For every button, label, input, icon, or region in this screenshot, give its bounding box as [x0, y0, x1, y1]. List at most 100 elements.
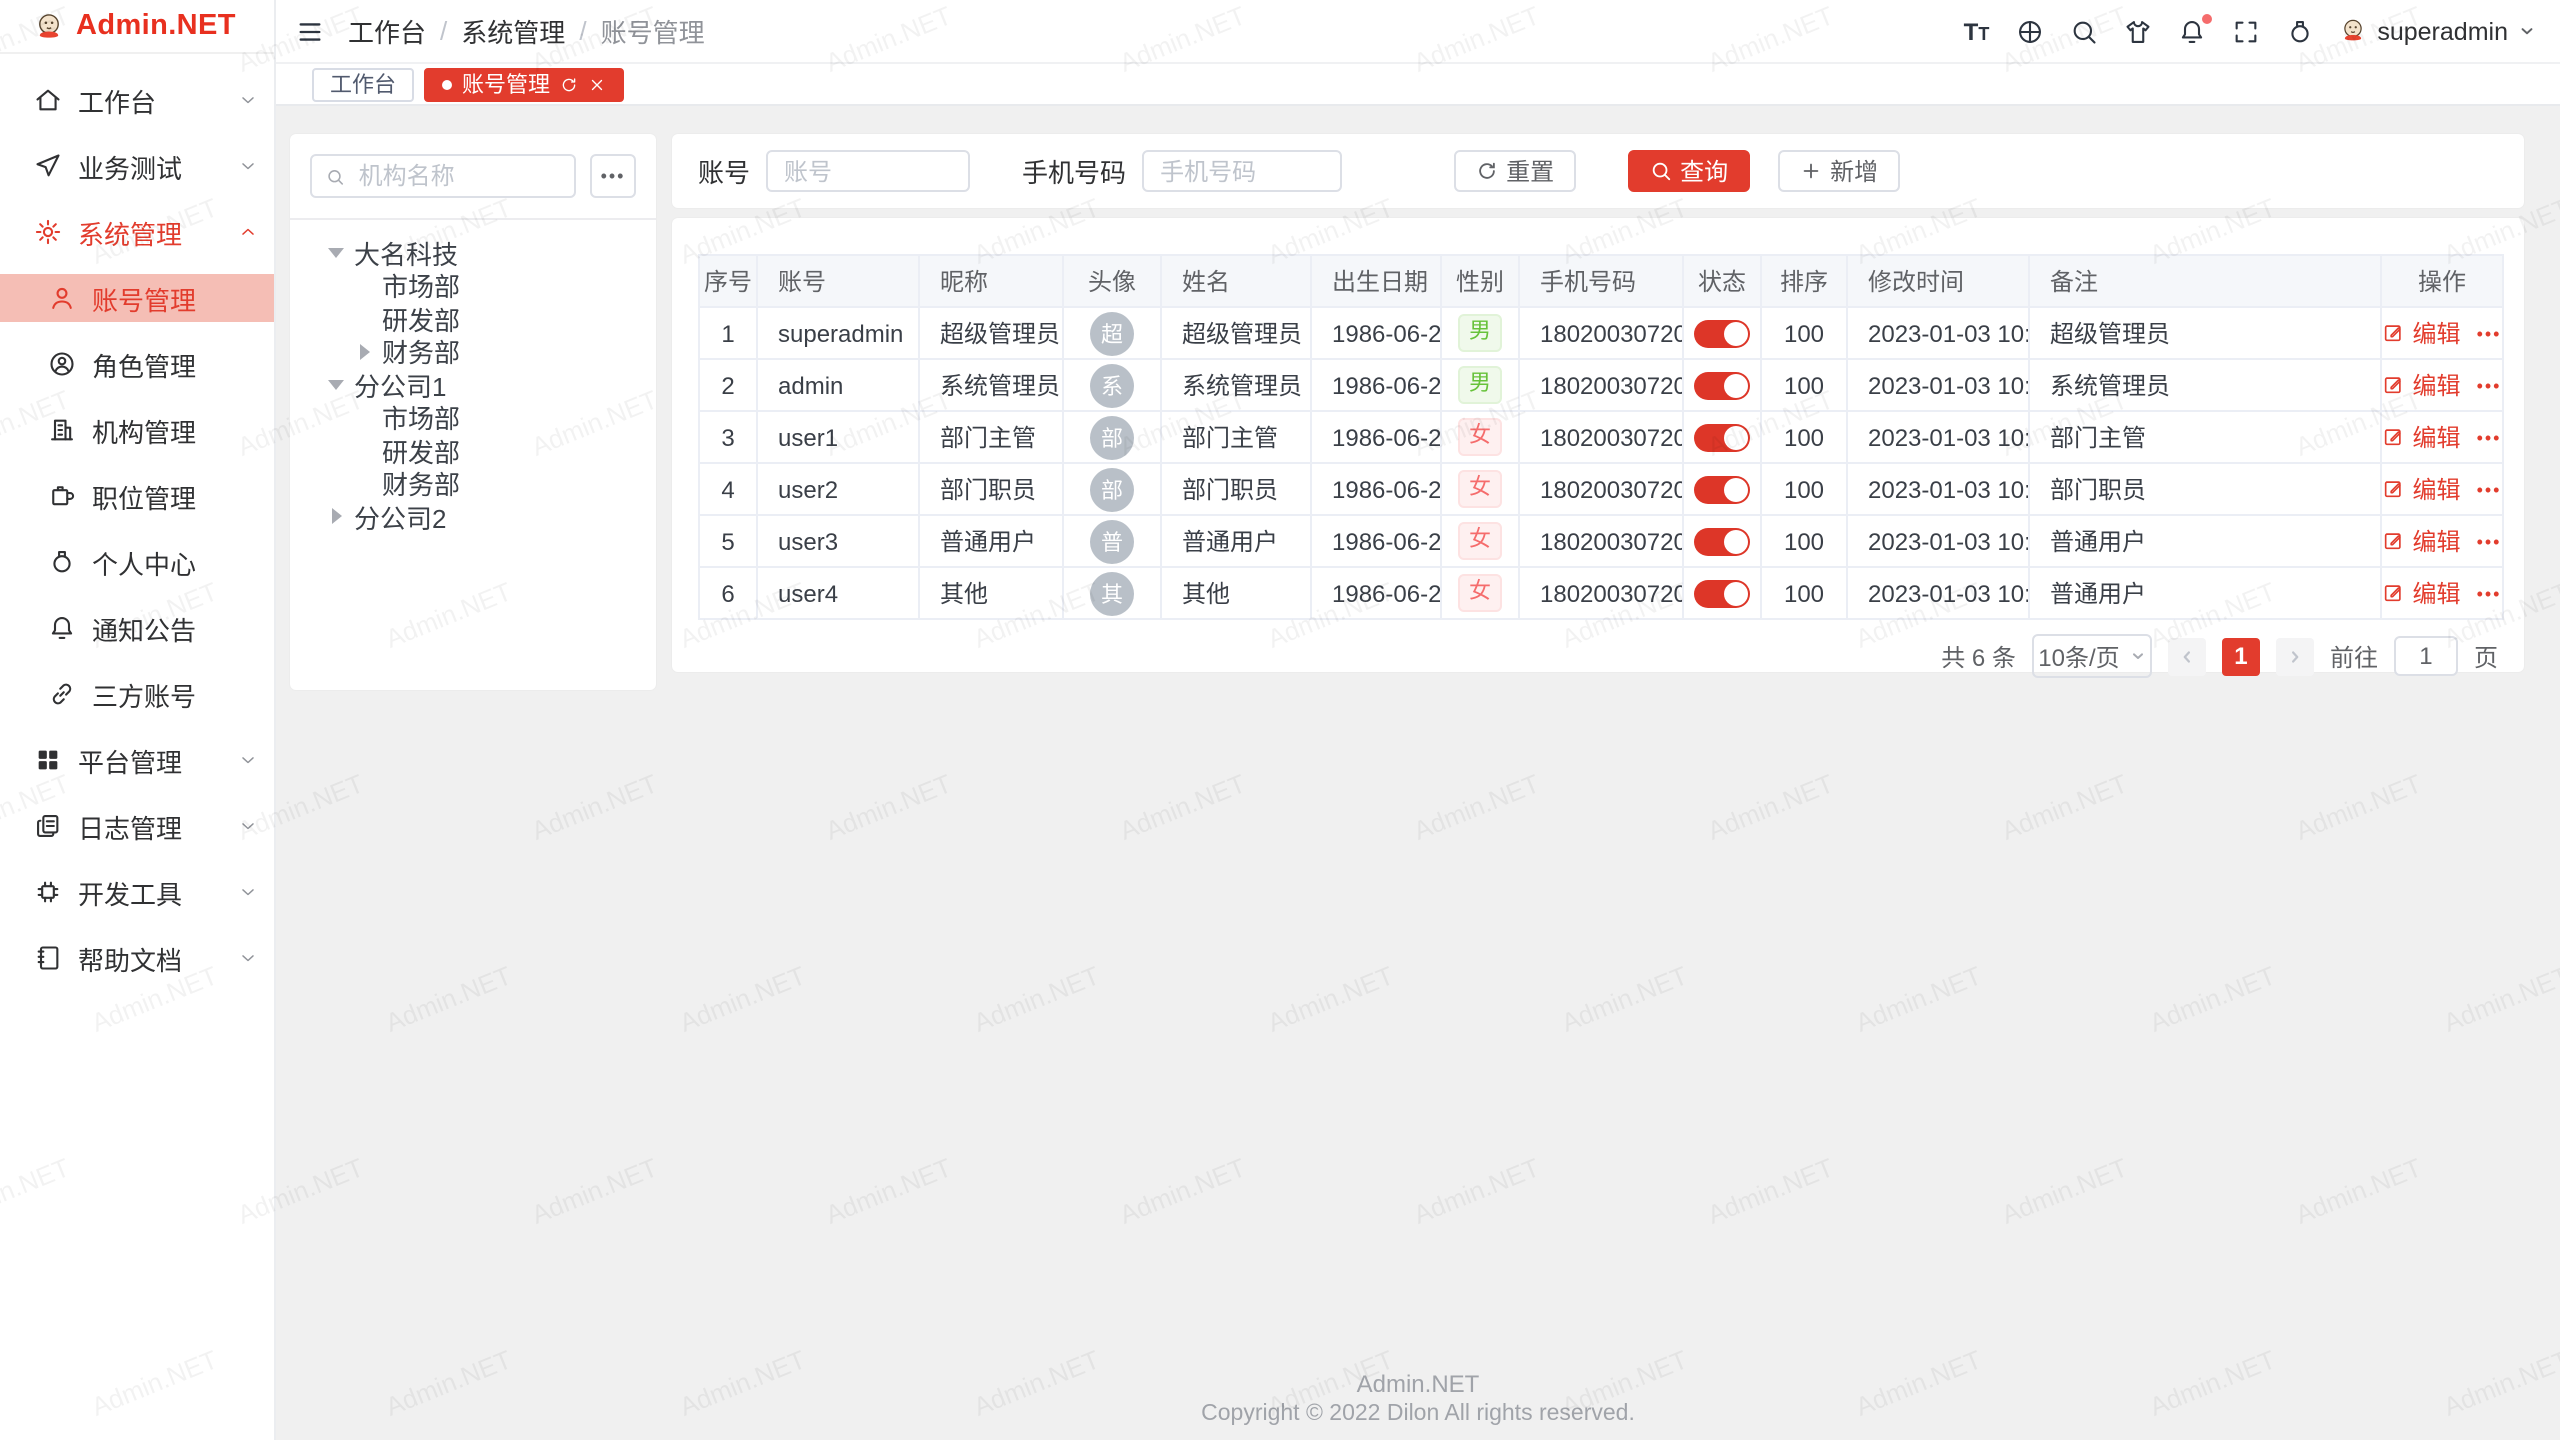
- edit-button[interactable]: 编辑: [2383, 368, 2461, 402]
- fullscreen-icon[interactable]: [2231, 17, 2259, 45]
- breadcrumb-item-system[interactable]: 系统管理: [461, 12, 565, 50]
- cell-account: user1: [757, 411, 919, 463]
- row-more-button[interactable]: •••: [2477, 583, 2502, 603]
- table-row: 2 admin 系统管理员 系 系统管理员 1986-06-28 男 18020…: [699, 359, 2503, 411]
- table-row: 6 user4 其他 其 其他 1986-06-28 女 18020030720…: [699, 567, 2503, 619]
- cell-no: 2: [699, 359, 757, 411]
- edit-button[interactable]: 编辑: [2383, 472, 2461, 506]
- tab-1-active[interactable]: 账号管理: [424, 67, 624, 101]
- sidebar-subitem-2-3[interactable]: 职位管理: [0, 472, 274, 520]
- sidebar-item-6[interactable]: 帮助文档: [0, 934, 274, 982]
- sidebar-item-5[interactable]: 开发工具: [0, 868, 274, 916]
- cell-avatar: 部: [1063, 463, 1161, 515]
- cell-nickname: 部门主管: [919, 411, 1063, 463]
- edit-button[interactable]: 编辑: [2383, 524, 2461, 558]
- tree-caret-icon[interactable]: [326, 380, 346, 390]
- status-toggle[interactable]: [1694, 476, 1750, 504]
- row-avatar: 普: [1090, 519, 1134, 563]
- cell-order: 100: [1761, 359, 1847, 411]
- sidebar-subitem-2-1[interactable]: 角色管理: [0, 340, 274, 388]
- tab-close-icon[interactable]: [588, 75, 606, 93]
- tree-caret-icon[interactable]: [326, 248, 346, 258]
- edit-button[interactable]: 编辑: [2383, 420, 2461, 454]
- tab-refresh-icon[interactable]: [560, 75, 578, 93]
- tree-node-8[interactable]: 分公司2: [310, 500, 636, 533]
- cell-actions: 编辑 •••: [2381, 567, 2503, 619]
- tree-caret-icon[interactable]: [326, 509, 346, 525]
- column-header: 昵称: [919, 255, 1063, 307]
- tree-node-5[interactable]: 市场部: [310, 401, 636, 434]
- cell-name: 超级管理员: [1161, 307, 1311, 359]
- phone-filter-label: 手机号码: [1022, 152, 1126, 190]
- page-size-select[interactable]: 10条/页: [2032, 634, 2152, 678]
- row-more-button[interactable]: •••: [2477, 479, 2502, 499]
- chevron-down-icon: [2130, 648, 2146, 664]
- org-search-input[interactable]: [355, 160, 560, 192]
- breadcrumb-item-workbench[interactable]: 工作台: [348, 12, 426, 50]
- language-icon[interactable]: [2015, 17, 2043, 45]
- tree-caret-icon[interactable]: [354, 344, 374, 360]
- user-menu[interactable]: superadmin: [2337, 16, 2536, 46]
- status-toggle[interactable]: [1694, 424, 1750, 452]
- row-more-button[interactable]: •••: [2477, 375, 2502, 395]
- app-logo[interactable]: Admin.NET: [0, 0, 274, 54]
- menu-collapse-icon[interactable]: [296, 17, 324, 45]
- status-toggle[interactable]: [1694, 320, 1750, 348]
- tree-node-4[interactable]: 分公司1: [310, 368, 636, 401]
- tree-node-3[interactable]: 财务部: [310, 335, 636, 368]
- search-icon[interactable]: [2069, 17, 2097, 45]
- prev-page-button[interactable]: [2168, 637, 2206, 675]
- sidebar-subitem-2-6[interactable]: 三方账号: [0, 670, 274, 718]
- row-more-button[interactable]: •••: [2477, 427, 2502, 447]
- tab-0[interactable]: 工作台: [312, 67, 414, 101]
- profile-icon[interactable]: [2285, 17, 2313, 45]
- cell-no: 4: [699, 463, 757, 515]
- sidebar-item-3[interactable]: 平台管理: [0, 736, 274, 784]
- tree-node-2[interactable]: 研发部: [310, 302, 636, 335]
- row-more-button[interactable]: •••: [2477, 531, 2502, 551]
- edit-icon: [2383, 426, 2405, 448]
- next-page-button[interactable]: [2276, 637, 2314, 675]
- tree-node-7[interactable]: 财务部: [310, 467, 636, 500]
- phone-filter-input[interactable]: [1142, 150, 1342, 192]
- sidebar-item-4[interactable]: 日志管理: [0, 802, 274, 850]
- sidebar-item-1[interactable]: 业务测试: [0, 142, 274, 190]
- table-row: 3 user1 部门主管 部 部门主管 1986-06-28 女 1802003…: [699, 411, 2503, 463]
- sidebar-subitem-label: 通知公告: [92, 609, 196, 647]
- sidebar-subitem-2-4[interactable]: 个人中心: [0, 538, 274, 586]
- account-table-card: 序号账号昵称头像姓名出生日期性别手机号码状态排序修改时间备注操作 1 super…: [672, 218, 2524, 672]
- status-toggle[interactable]: [1694, 528, 1750, 556]
- status-toggle[interactable]: [1694, 580, 1750, 608]
- row-more-button[interactable]: •••: [2477, 323, 2502, 343]
- current-page-button[interactable]: 1: [2222, 637, 2260, 675]
- edit-button[interactable]: 编辑: [2383, 316, 2461, 350]
- cell-name: 部门职员: [1161, 463, 1311, 515]
- tree-node-1[interactable]: 市场部: [310, 269, 636, 302]
- cell-actions: 编辑 •••: [2381, 515, 2503, 567]
- status-toggle[interactable]: [1694, 372, 1750, 400]
- cell-nickname: 系统管理员: [919, 359, 1063, 411]
- footer-copyright: Copyright © 2022 Dilon All rights reserv…: [276, 1400, 2560, 1430]
- tree-node-0[interactable]: 大名科技: [310, 236, 636, 269]
- sidebar-item-0[interactable]: 工作台: [0, 76, 274, 124]
- account-filter-input[interactable]: [766, 150, 970, 192]
- sidebar-subitem-2-5[interactable]: 通知公告: [0, 604, 274, 652]
- tree-node-6[interactable]: 研发部: [310, 434, 636, 467]
- table-row: 1 superadmin 超级管理员 超 超级管理员 1986-06-28 男 …: [699, 307, 2503, 359]
- cell-account: superadmin: [757, 307, 919, 359]
- theme-icon[interactable]: [2123, 17, 2151, 45]
- query-button[interactable]: 查询: [1628, 150, 1750, 192]
- goto-page-input[interactable]: [2394, 636, 2458, 676]
- org-more-button[interactable]: •••: [590, 154, 636, 198]
- notification-icon[interactable]: [2177, 17, 2205, 45]
- row-avatar: 部: [1090, 467, 1134, 511]
- font-size-icon[interactable]: TT: [1964, 17, 1990, 45]
- sidebar-subitem-2-0[interactable]: 账号管理: [0, 274, 274, 322]
- cell-account: user4: [757, 567, 919, 619]
- sidebar-item-2[interactable]: 系统管理: [0, 208, 274, 256]
- org-search-box[interactable]: [310, 154, 576, 198]
- sidebar-subitem-2-2[interactable]: 机构管理: [0, 406, 274, 454]
- reset-button[interactable]: 重置: [1454, 150, 1576, 192]
- edit-button[interactable]: 编辑: [2383, 576, 2461, 610]
- add-button[interactable]: 新增: [1778, 150, 1900, 192]
